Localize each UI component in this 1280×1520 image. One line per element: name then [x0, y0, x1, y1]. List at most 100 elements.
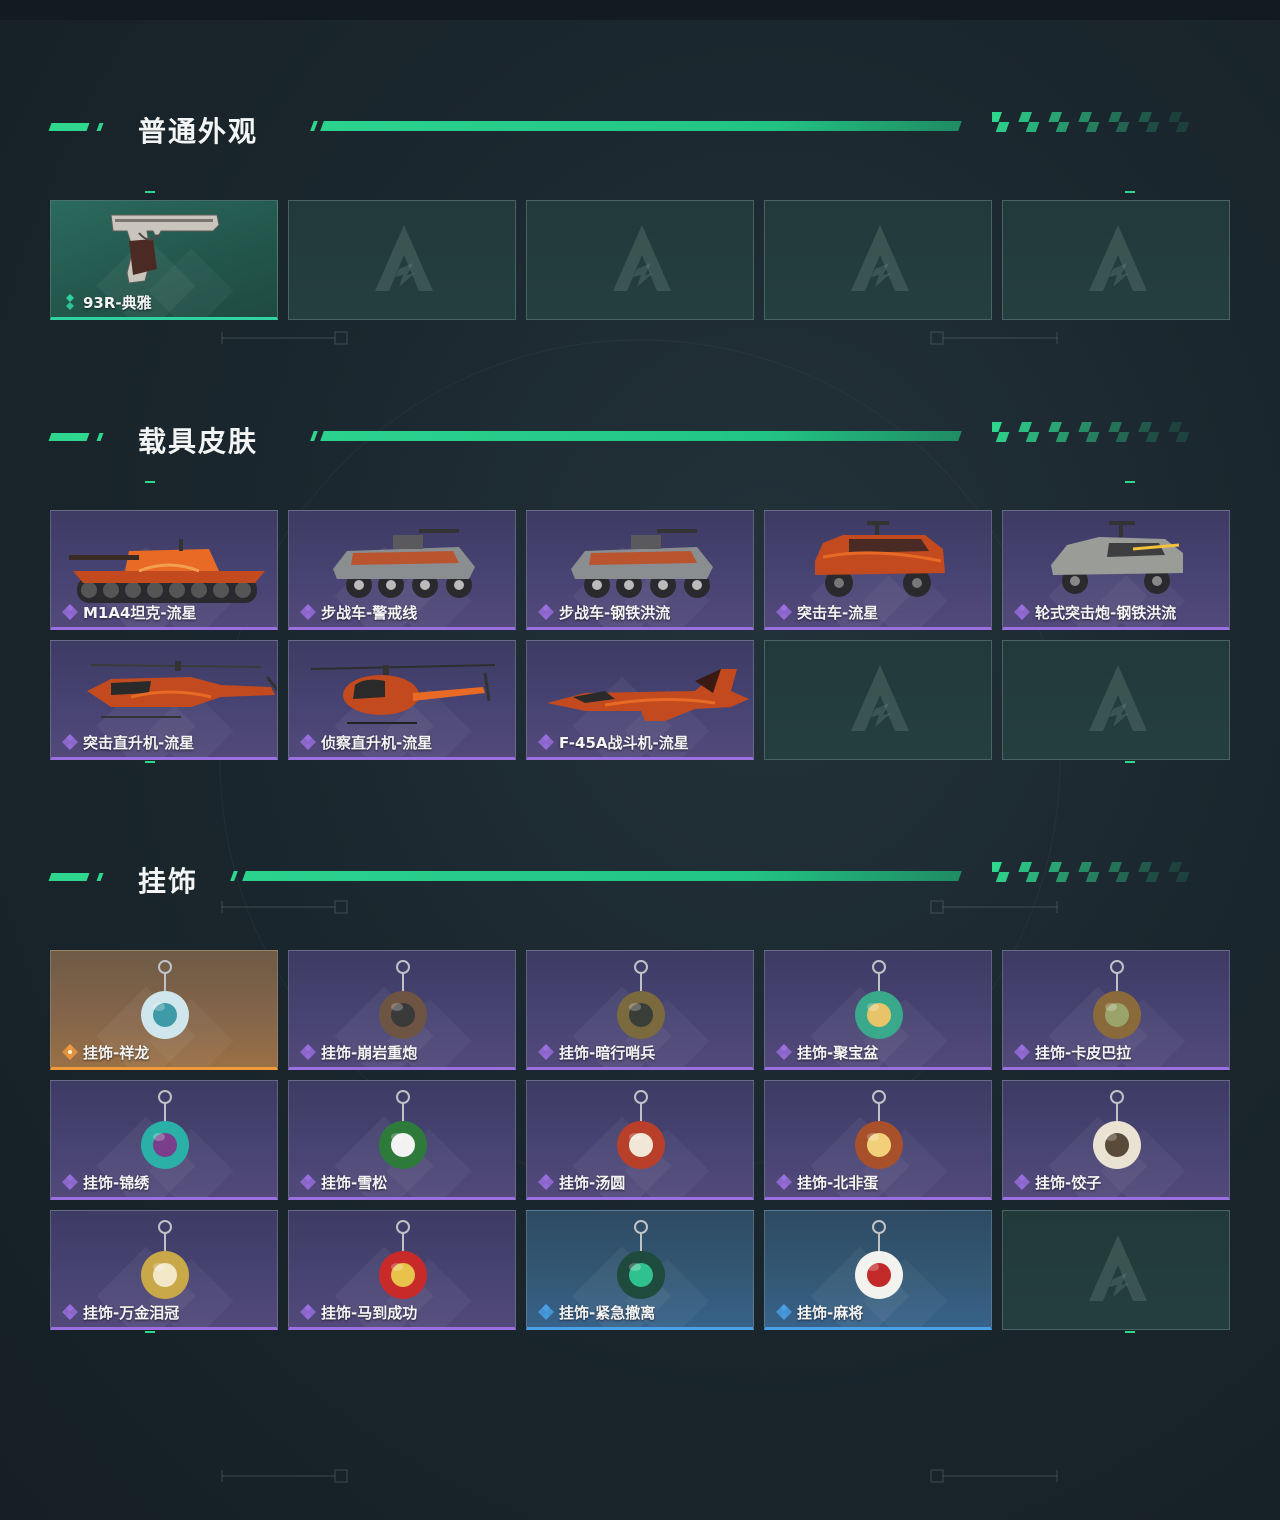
charm-card[interactable]: 挂饰-北非蛋	[764, 1080, 992, 1200]
rarity-diamond-icon	[537, 1173, 559, 1191]
header-accent-bar	[48, 123, 90, 131]
item-name: 挂饰-汤圆	[559, 1173, 626, 1192]
tangyuan-charm-icon	[617, 1090, 665, 1169]
item-name: M1A4坦克-流星	[83, 603, 197, 622]
tank-icon	[69, 539, 265, 603]
vehicle-skin-card[interactable]: 侦察直升机-流星	[288, 640, 516, 760]
ifv-icon	[571, 529, 713, 598]
vehicle-skin-card[interactable]: 步战车-警戒线	[288, 510, 516, 630]
card-label: 挂饰-万金泪冠	[61, 1303, 179, 1322]
item-name: 突击直升机-流星	[83, 733, 195, 752]
dumpling-charm-icon	[1093, 1090, 1141, 1169]
rarity-diamond-icon	[1013, 603, 1035, 621]
charm-card[interactable]: 挂饰-万金泪冠	[50, 1210, 278, 1330]
rarity-diamond-icon	[299, 733, 321, 751]
rarity-diamond-icon	[537, 1043, 559, 1061]
header-rule	[320, 431, 962, 441]
charm-card[interactable]: 挂饰-聚宝盆	[764, 950, 992, 1070]
pistol-icon	[110, 214, 220, 284]
capybara-charm-icon	[1093, 960, 1141, 1039]
section-header-appearance: 普通外观	[48, 112, 1210, 148]
charm-card[interactable]: 挂饰-麻将	[764, 1210, 992, 1330]
item-name: 挂饰-雪松	[321, 1173, 388, 1192]
card-label: 挂饰-麻将	[775, 1303, 863, 1322]
pine-tree-charm-icon	[379, 1090, 427, 1169]
charm-card[interactable]: 挂饰-马到成功	[288, 1210, 516, 1330]
rarity-diamond-icon	[775, 1303, 797, 1321]
card-label: 挂饰-饺子	[1013, 1173, 1102, 1192]
card-label: 突击车-流星	[775, 603, 879, 622]
vehicle-skin-card[interactable]: 步战车-钢铁洪流	[526, 510, 754, 630]
item-name: F-45A战斗机-流星	[559, 733, 689, 752]
rarity-diamond-icon	[61, 293, 83, 311]
item-name: 挂饰-暗行哨兵	[559, 1043, 656, 1062]
empty-slot	[526, 200, 754, 320]
card-label: 挂饰-马到成功	[299, 1303, 418, 1322]
ifv-icon	[333, 529, 475, 598]
rarity-diamond-icon	[299, 1173, 321, 1191]
empty-slot	[288, 200, 516, 320]
wheeled-assault-gun-icon	[1051, 521, 1183, 594]
vehicle-skin-card[interactable]: F-45A战斗机-流星	[526, 640, 754, 760]
soldier-charm-icon	[379, 960, 427, 1039]
appearance-card[interactable]: 93R-典雅	[50, 200, 278, 320]
item-name: 挂饰-饺子	[1035, 1173, 1102, 1192]
vehicle-skin-card[interactable]: 轮式突击炮-钢铁洪流	[1002, 510, 1230, 630]
charm-card[interactable]: 挂饰-暗行哨兵	[526, 950, 754, 1070]
card-label: 挂饰-汤圆	[537, 1173, 626, 1192]
card-label: M1A4坦克-流星	[61, 603, 197, 622]
item-name: 轮式突击炮-钢铁洪流	[1035, 603, 1177, 622]
header-accent-tick	[96, 123, 104, 131]
empty-slot	[1002, 1210, 1230, 1330]
evacuation-charm-icon	[617, 1220, 665, 1299]
card-label: 挂饰-锦绣	[61, 1173, 150, 1192]
section-title: 普通外观	[138, 115, 259, 148]
vehicle-skin-card[interactable]: M1A4坦克-流星	[50, 510, 278, 630]
header-rule	[320, 121, 962, 131]
card-label: 挂饰-聚宝盆	[775, 1043, 879, 1062]
item-name: 挂饰-锦绣	[83, 1173, 150, 1192]
empty-slot	[1002, 640, 1230, 760]
section-title: 载具皮肤	[138, 425, 259, 458]
rarity-diamond-icon	[61, 733, 83, 751]
header-divider-tick	[310, 121, 318, 131]
item-name: 突击车-流星	[797, 603, 879, 622]
header-checker-pattern	[992, 422, 1190, 442]
rarity-diamond-icon	[299, 603, 321, 621]
butterfly-charm-icon	[141, 1090, 189, 1169]
card-label: 挂饰-崩岩重炮	[299, 1043, 418, 1062]
section-title: 挂饰	[138, 865, 199, 898]
charm-card[interactable]: 挂饰-紧急撤离	[526, 1210, 754, 1330]
rarity-diamond-icon	[61, 1303, 83, 1321]
item-name: 挂饰-卡皮巴拉	[1035, 1043, 1132, 1062]
fighter-jet-icon	[547, 669, 749, 721]
empty-slot	[1002, 200, 1230, 320]
vehicle-skin-card[interactable]: 突击车-流星	[764, 510, 992, 630]
dragon-charm-icon	[141, 960, 189, 1039]
rarity-diamond-icon	[775, 603, 797, 621]
section-header-vehicle: 载具皮肤	[48, 422, 1210, 458]
item-name: 挂饰-崩岩重炮	[321, 1043, 418, 1062]
charm-card[interactable]: 挂饰-雪松	[288, 1080, 516, 1200]
card-label: 突击直升机-流星	[61, 733, 195, 752]
header-accent-bar	[48, 433, 90, 441]
rarity-diamond-icon	[61, 1173, 83, 1191]
charm-card[interactable]: 挂饰-崩岩重炮	[288, 950, 516, 1070]
mahjong-charm-icon	[855, 1220, 903, 1299]
item-name: 步战车-警戒线	[321, 603, 418, 622]
charm-card[interactable]: 挂饰-汤圆	[526, 1080, 754, 1200]
charm-card[interactable]: 挂饰-卡皮巴拉	[1002, 950, 1230, 1070]
header-accent-tick	[96, 433, 104, 441]
item-name: 挂饰-马到成功	[321, 1303, 418, 1322]
card-label: 步战车-钢铁洪流	[537, 603, 670, 622]
top-bar	[0, 0, 1280, 20]
vehicle-skin-card[interactable]: 突击直升机-流星	[50, 640, 278, 760]
charm-card[interactable]: 挂饰-锦绣	[50, 1080, 278, 1200]
header-accent-tick	[96, 873, 104, 881]
rarity-diamond-icon	[1013, 1173, 1035, 1191]
header-accent-bar	[48, 873, 90, 881]
header-checker-pattern	[992, 862, 1190, 882]
item-name: 挂饰-聚宝盆	[797, 1043, 879, 1062]
charm-card[interactable]: 挂饰-祥龙	[50, 950, 278, 1070]
charm-card[interactable]: 挂饰-饺子	[1002, 1080, 1230, 1200]
